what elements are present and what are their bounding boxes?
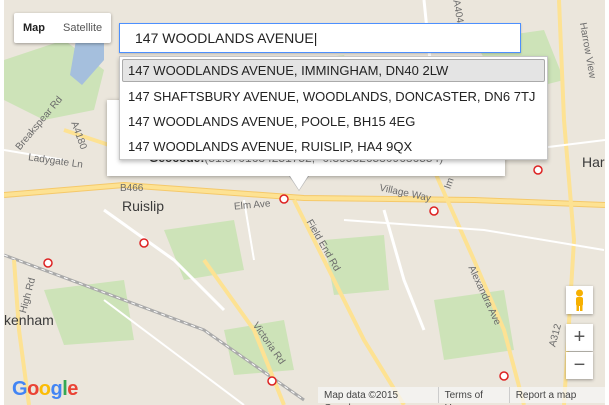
search-input[interactable]: 147 WOODLANDS AVENUE| — [119, 23, 521, 53]
place-partial: kenham — [4, 312, 54, 328]
suggestion-item[interactable]: 147 WOODLANDS AVENUE, IMMINGHAM, DN40 2L… — [122, 59, 545, 82]
map-type-map-button[interactable]: Map — [14, 13, 54, 43]
map-data-text: Map data ©2015 Google — [324, 390, 399, 405]
text-cursor: | — [313, 30, 318, 46]
google-logo: Google — [12, 378, 78, 400]
map-type-satellite-button[interactable]: Satellite — [54, 13, 111, 43]
street-view-pegman-icon[interactable] — [566, 286, 593, 314]
map-canvas[interactable]: Ruislip Har kenham Breakspear Rd A4180 L… — [4, 0, 605, 405]
suggestion-item[interactable]: 147 SHAFTSBURY AVENUE, WOODLANDS, DONCAS… — [120, 84, 547, 109]
terms-of-use-link[interactable]: Terms of Use — [437, 387, 509, 405]
autocomplete-dropdown: 147 WOODLANDS AVENUE, IMMINGHAM, DN40 2L… — [119, 56, 548, 160]
info-window-tail — [290, 176, 308, 190]
place-ruislip: Ruislip — [122, 198, 165, 214]
zoom-out-button[interactable]: − — [566, 352, 593, 379]
map-type-control: Map Satellite — [14, 13, 112, 43]
road-b466: B466 — [120, 183, 144, 194]
place-harrow: Har — [582, 154, 605, 170]
suggestion-item[interactable]: 147 WOODLANDS AVENUE, POOLE, BH15 4EG — [120, 109, 547, 134]
attribution-bar: Map data ©2015 Google Terms of Use Repor… — [318, 387, 605, 405]
search-input-value: 147 WOODLANDS AVENUE — [135, 30, 314, 46]
report-map-error-link[interactable]: Report a map error — [508, 387, 605, 405]
suggestion-item[interactable]: 147 WOODLANDS AVENUE, RUISLIP, HA4 9QX — [120, 134, 547, 159]
zoom-in-button[interactable]: + — [566, 324, 593, 351]
